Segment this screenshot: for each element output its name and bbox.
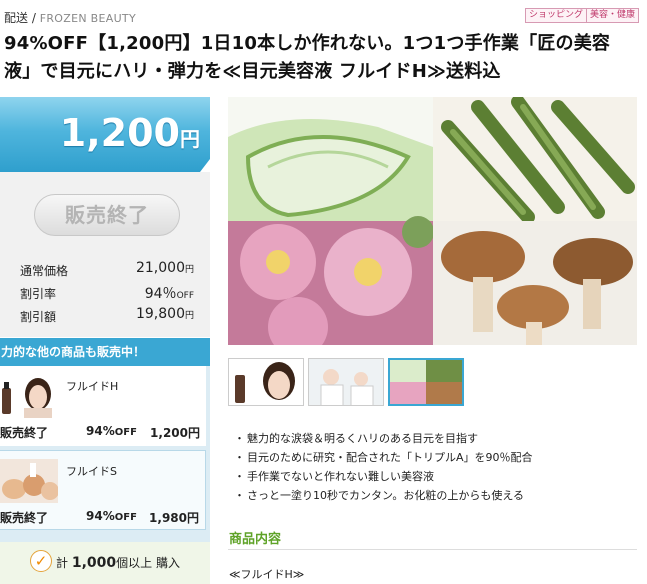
product-thumbnail[interactable]: [0, 459, 58, 503]
purchase-count: ✓ 計 1,000個以上 購入: [0, 542, 210, 584]
check-icon: ✓: [30, 550, 52, 572]
product-price: 1,200円: [150, 426, 200, 440]
feature-item: さっと一塗り10秒でカンタン。お化粧の上からも使える: [234, 486, 533, 505]
sold-area: 販売終了 通常価格 21,000円 割引率 94％OFF 割引額 19,800円: [0, 172, 210, 337]
other-product-item[interactable]: フルイドH 販売終了 94%OFF 1,200円: [0, 366, 206, 446]
thumbnail-model[interactable]: [228, 358, 304, 406]
stat-label: 割引額: [20, 310, 57, 324]
product-status: 販売終了: [0, 426, 49, 440]
sold-out-button[interactable]: 販売終了: [34, 194, 180, 236]
price-unit: 円: [180, 127, 200, 151]
feature-list: 魅力的な涙袋＆明るくハリのある目元を目指す 目元のために研究・配合された「トリプ…: [234, 429, 533, 505]
thumbnail-ingredients[interactable]: [388, 358, 464, 406]
section-divider: [228, 549, 637, 550]
stat-discount-amount: 割引額 19,800円: [18, 304, 194, 327]
product-status: 販売終了: [0, 511, 49, 525]
breadcrumb: 配送 / FROZEN BEAUTY: [4, 9, 136, 26]
section-title-contents: 商品内容: [229, 532, 282, 547]
stat-discount-rate: 割引率 94％OFF: [18, 281, 194, 304]
stat-label: 通常価格: [20, 264, 69, 278]
product-main-image: [228, 97, 637, 345]
product-contents-name: ≪フルイドH≫: [229, 568, 305, 581]
thumbnail-strip: [228, 358, 468, 406]
price-notch: [200, 159, 210, 172]
product-discount: 94%OFF: [86, 509, 137, 523]
product-name[interactable]: フルイドS: [66, 463, 117, 479]
price-stats: 通常価格 21,000円 割引率 94％OFF 割引額 19,800円: [18, 258, 194, 327]
tag-beauty-health[interactable]: 美容・健康: [586, 8, 639, 23]
product-thumbnail[interactable]: [0, 374, 58, 418]
stat-value: 94％OFF: [144, 286, 194, 302]
stat-value: 19,800円: [135, 306, 194, 322]
other-product-item[interactable]: フルイドS 販売終了 94%OFF 1,980円: [0, 450, 206, 530]
feature-item: 目元のために研究・配合された「トリプルA」を90％配合: [234, 448, 533, 467]
brand-name[interactable]: FROZEN BEAUTY: [40, 12, 136, 25]
product-discount: 94%OFF: [86, 424, 137, 438]
breadcrumb-separator: /: [31, 11, 36, 25]
top-bar: 配送 / FROZEN BEAUTY ショッピング 美容・健康: [0, 0, 647, 28]
category-link[interactable]: 配送: [4, 11, 28, 25]
title-line-2: 液」で目元にハリ・弾力を≪目元美容液 フルイドH≫送料込: [4, 61, 501, 82]
stat-label: 割引率: [20, 287, 57, 301]
price-box: 1,200円: [0, 97, 210, 172]
purchase-count-text: 計 1,000個以上 購入: [56, 555, 180, 571]
product-price: 1,980円: [149, 511, 199, 525]
thumbnail-lab[interactable]: [308, 358, 384, 406]
price: 1,200円: [60, 111, 200, 155]
stat-regular-price: 通常価格 21,000円: [18, 258, 194, 281]
more-products-banner: 力的な他の商品も販売中！: [0, 338, 210, 366]
feature-item: 魅力的な涙袋＆明るくハリのある目元を目指す: [234, 429, 533, 448]
category-tags: ショッピング 美容・健康: [524, 8, 639, 23]
stat-value: 21,000円: [135, 260, 194, 276]
page-title: 94%OFF【1,200円】1日10本しか作れない。1つ1つ手作業「匠の美容 液…: [4, 30, 634, 86]
product-name[interactable]: フルイドH: [66, 378, 118, 394]
feature-item: 手作業でないと作れない難しい美容液: [234, 467, 533, 486]
title-line-1: 94%OFF【1,200円】1日10本しか作れない。1つ1つ手作業「匠の美容: [4, 33, 611, 54]
price-amount: 1,200: [59, 111, 180, 155]
tag-shopping[interactable]: ショッピング: [524, 8, 587, 23]
other-products-list: フルイドH 販売終了 94%OFF 1,200円 フルイドS 販売終了 94%O…: [0, 366, 210, 542]
